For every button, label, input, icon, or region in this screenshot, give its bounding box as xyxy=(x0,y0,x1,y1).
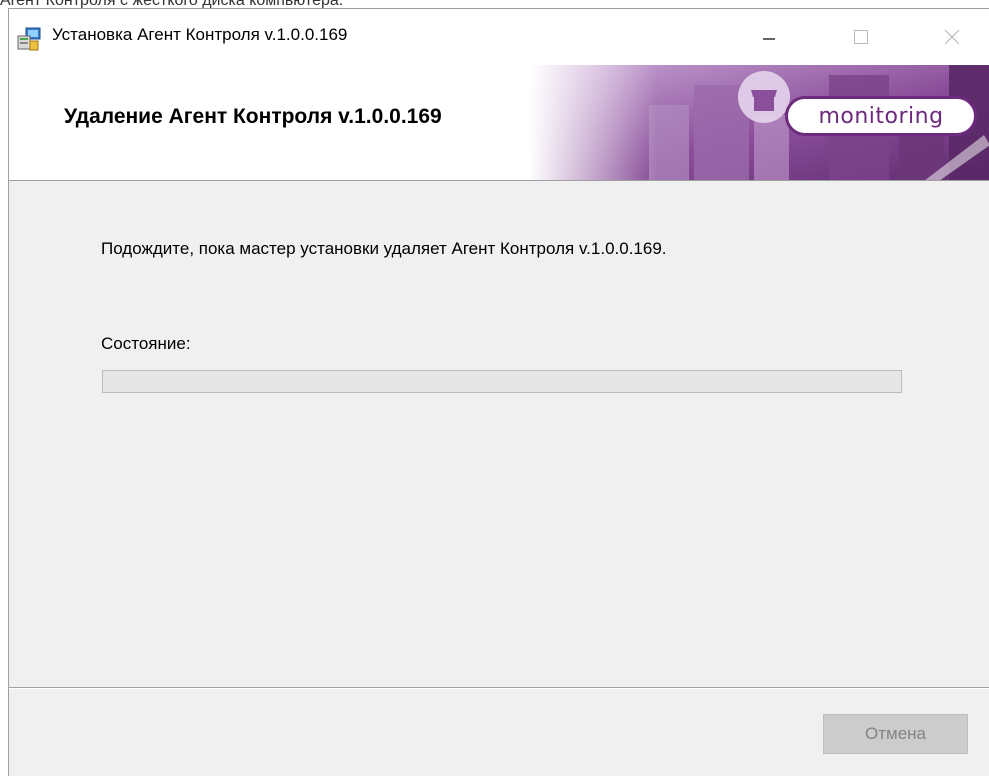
maximize-icon xyxy=(854,30,868,44)
minimize-button[interactable] xyxy=(746,9,792,65)
banner-title: Удаление Агент Контроля v.1.0.0.169 xyxy=(64,105,442,128)
status-label: Состояние: xyxy=(101,334,191,353)
progress-message: Подождите, пока мастер установки удаляет… xyxy=(101,239,667,258)
progress-bar xyxy=(102,370,902,393)
title-bar[interactable]: Установка Агент Контроля v.1.0.0.169 xyxy=(9,9,989,65)
installer-icon xyxy=(17,27,41,51)
close-icon xyxy=(944,29,960,45)
installer-window: Установка Агент Контроля v.1.0.0.169 Уда… xyxy=(8,8,989,776)
window-title: Установка Агент Контроля v.1.0.0.169 xyxy=(52,25,348,44)
footer-divider xyxy=(9,687,989,689)
header-banner: Удаление Агент Контроля v.1.0.0.169 moni… xyxy=(9,65,989,181)
maximize-button[interactable] xyxy=(838,9,884,65)
cancel-button[interactable]: Отмена xyxy=(823,714,968,754)
monitoring-logo: monitoring xyxy=(785,96,977,136)
minimize-icon xyxy=(763,38,775,40)
logo-text: monitoring xyxy=(818,103,944,129)
document-caption-fragment: Агент Контроля с жесткого диска компьюте… xyxy=(0,0,989,8)
close-button[interactable] xyxy=(929,9,975,65)
